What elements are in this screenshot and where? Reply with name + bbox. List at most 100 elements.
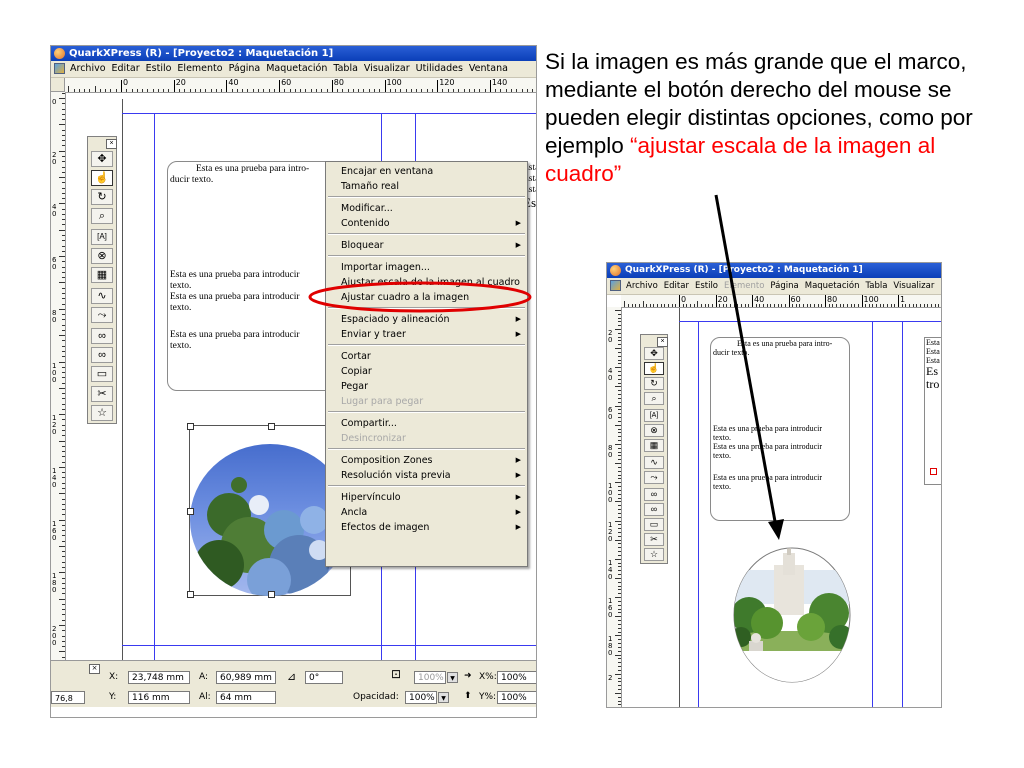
right-column-box-second[interactable]: Esta Esta Esta Es tro (924, 337, 941, 485)
context-menu-item[interactable]: Ancla ▶ (326, 505, 527, 520)
rotate-tool-icon[interactable]: ↻ (91, 189, 113, 205)
context-menu-item[interactable]: Contenido ▶ (326, 216, 527, 231)
xscale-field[interactable]: 100% (497, 671, 536, 684)
context-menu-item[interactable]: Modificar... (326, 201, 527, 216)
main-screenshot: QuarkXPress (R) - [Proyecto2 : Maquetaci… (50, 45, 537, 718)
unlinking-tool-icon[interactable]: ∞ (644, 503, 664, 516)
content-tool-icon[interactable]: ☝ (644, 362, 664, 375)
text-box-tool-icon[interactable]: [A] (91, 229, 113, 245)
picture-box-tool-icon[interactable]: ⊗ (91, 248, 113, 264)
scissors-tool-icon[interactable]: ✂ (644, 533, 664, 546)
unlinking-tool-icon[interactable]: ∞ (91, 347, 113, 363)
menu-item-editar[interactable]: Editar (109, 61, 143, 77)
width-field[interactable]: 60,989 mm (216, 671, 276, 684)
menu-item-página[interactable]: Página (226, 61, 264, 77)
menu-item-archivo[interactable]: Archivo (67, 61, 109, 77)
y-field[interactable]: 116 mm (128, 691, 190, 704)
line-tool-icon[interactable]: ∿ (91, 288, 113, 304)
text-path-tool-icon[interactable]: ⤳ (644, 471, 664, 484)
menu-item-ventana[interactable]: Ventana (466, 61, 511, 77)
context-menu-item[interactable]: Encajar en ventana (326, 164, 527, 179)
menu-item-maquetación[interactable]: Maquetación (802, 278, 863, 294)
table-tool-icon[interactable]: ▦ (91, 267, 113, 283)
composition-zones-tool-icon[interactable]: ▭ (91, 366, 113, 382)
text-box-tool-icon[interactable]: [A] (644, 409, 664, 422)
menu-item-visualizar[interactable]: Visualizar (890, 278, 937, 294)
menu-item-utilidades[interactable]: Utilidades (413, 61, 466, 77)
height-label: Al: (199, 692, 211, 702)
menu-item-tabla[interactable]: Tabla (862, 278, 890, 294)
text-path-tool-icon[interactable]: ⤳ (91, 307, 113, 323)
context-menu-item[interactable]: Resolución vista previa ▶ (326, 468, 527, 483)
ruler-origin[interactable] (51, 78, 65, 92)
context-menu-item[interactable]: Composition Zones ▶ (326, 453, 527, 468)
ruler-label: 1 0 0 (608, 482, 613, 505)
height-field[interactable]: 64 mm (216, 691, 276, 704)
palette-close-icon[interactable]: × (657, 337, 668, 347)
context-menu-item[interactable]: Cortar (326, 349, 527, 364)
tool-palette-second: × ✥ ☝ ↻ ⌕ [A] ⊗ ▦ ∿ ⤳ ∞ ∞ ▭ ✂ ☆ (640, 334, 668, 564)
para3-line1: Esta es una prueba para introducir (170, 292, 300, 302)
line-tool-icon[interactable]: ∿ (644, 456, 664, 469)
fit-box-icon[interactable]: ⊡ (391, 668, 401, 681)
context-menu-item[interactable]: Importar imagen... (326, 260, 527, 275)
zoom-tool-icon[interactable]: ⌕ (644, 392, 664, 405)
context-menu-item[interactable]: Hipervínculo ▶ (326, 490, 527, 505)
scale-dropdown-icon[interactable]: ▼ (447, 672, 458, 683)
menu-item-estilo[interactable]: Estilo (143, 61, 175, 77)
table-tool-icon[interactable]: ▦ (644, 439, 664, 452)
zoom-field[interactable]: 76,8 (51, 691, 85, 704)
item-tool-icon[interactable]: ✥ (644, 347, 664, 360)
scale-field[interactable]: 100% (414, 671, 446, 684)
zoom-tool-icon[interactable]: ⌕ (91, 208, 113, 224)
context-menu-item[interactable]: Compartir... (326, 416, 527, 431)
x-field[interactable]: 23,748 mm (128, 671, 190, 684)
palette-close-icon[interactable]: × (106, 139, 117, 149)
margin-guide-left (154, 113, 155, 673)
opacity-dropdown-icon[interactable]: ▼ (438, 692, 449, 703)
context-menu-item[interactable]: Tamaño real (326, 179, 527, 194)
ruler-label: 1 6 0 (608, 597, 613, 620)
measurements-close-icon[interactable]: × (89, 664, 100, 674)
menu-item-visualizar[interactable]: Visualizar (361, 61, 413, 77)
context-menu-item[interactable]: Copiar (326, 364, 527, 379)
vertical-ruler-second[interactable]: 2 0 4 0 6 0 8 0 1 0 0 1 2 0 1 4 0 1 6 0 1 8 0 2 (607, 307, 622, 707)
ruler-label: 0 (123, 78, 129, 87)
context-menu-item[interactable]: Pegar (326, 379, 527, 394)
flip-horizontal-icon[interactable]: ➜ (464, 670, 472, 683)
picture-box-tool-icon[interactable]: ⊗ (644, 424, 664, 437)
ruler-label: 1 8 0 (608, 635, 613, 658)
horizontal-ruler[interactable]: 0 20 40 60 80 100 120 140 (65, 78, 536, 93)
flip-vertical-icon[interactable]: ⬆ (464, 690, 472, 703)
composition-zones-tool-icon[interactable]: ▭ (644, 518, 664, 531)
context-menu-item[interactable]: Efectos de imagen ▶ (326, 520, 527, 535)
angle-icon: ⊿ (287, 670, 297, 683)
star-tool-icon[interactable]: ☆ (91, 405, 113, 421)
context-menu-item[interactable]: Enviar y traer ▶ (326, 327, 527, 342)
document-menu-icon[interactable] (54, 63, 65, 74)
menu-item-archivo[interactable]: Archivo (623, 278, 661, 294)
vertical-ruler[interactable]: 0 2 0 4 0 6 0 8 0 1 0 0 1 2 0 1 4 0 1 6 0 1 8 0 2 … (51, 92, 66, 672)
context-menu-item[interactable]: Bloquear ▶ (326, 238, 527, 253)
menu-item-editar[interactable]: Editar (661, 278, 692, 294)
opacity-field[interactable]: 100% (405, 691, 437, 704)
item-tool-icon[interactable]: ✥ (91, 151, 113, 167)
menu-separator (328, 448, 525, 450)
linking-tool-icon[interactable]: ∞ (644, 488, 664, 501)
yscale-field[interactable]: 100% (497, 691, 536, 704)
document-menu-icon[interactable] (610, 280, 621, 291)
linking-tool-icon[interactable]: ∞ (91, 328, 113, 344)
menu-item-tabla[interactable]: Tabla (330, 61, 361, 77)
star-tool-icon[interactable]: ☆ (644, 548, 664, 561)
rotate-tool-icon[interactable]: ↻ (644, 377, 664, 390)
menu-item-elemento[interactable]: Elemento (174, 61, 225, 77)
content-tool-icon[interactable]: ☝ (91, 170, 113, 186)
context-menu-label: Ancla (341, 507, 368, 518)
margin-guide-bottom (122, 645, 536, 646)
scissors-tool-icon[interactable]: ✂ (91, 386, 113, 402)
fitted-picture[interactable] (729, 545, 855, 685)
menu-item-maquetación[interactable]: Maquetación (263, 61, 330, 77)
angle-field[interactable]: 0° (305, 671, 343, 684)
para4-line2: texto. (170, 341, 192, 351)
context-menu-label: Enviar y traer (341, 329, 406, 340)
